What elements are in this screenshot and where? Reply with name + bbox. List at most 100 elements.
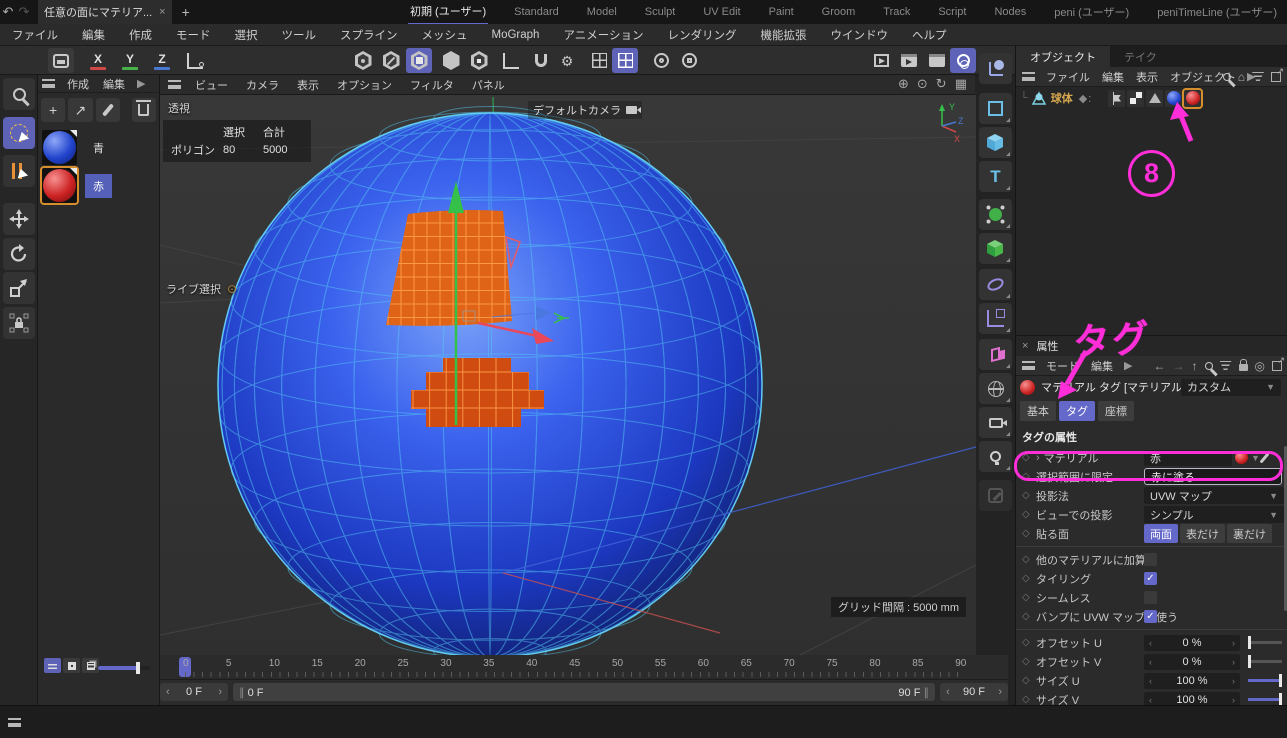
menu-item[interactable]: 編集 <box>70 27 117 43</box>
modeling-axis-button[interactable] <box>979 303 1012 334</box>
value-spinner[interactable]: ‹100 %› <box>1144 673 1240 689</box>
attr-diamond-icon[interactable]: ◇ <box>1022 675 1036 686</box>
annotate-button[interactable] <box>979 480 1012 511</box>
polygons-mode-button[interactable] <box>406 48 432 73</box>
viewport-menu-item[interactable]: 表示 <box>297 77 319 93</box>
live-selection-tool-button[interactable] <box>3 117 35 149</box>
material-swatch-icon[interactable] <box>1235 451 1248 464</box>
layout-tab[interactable]: Script <box>936 2 968 22</box>
add-document-icon[interactable]: + <box>182 4 190 20</box>
material-thumbnail[interactable] <box>42 130 77 165</box>
side-front-button[interactable]: 表だけ <box>1180 524 1225 543</box>
decrement-icon[interactable]: ‹ <box>1149 638 1152 648</box>
preset-dropdown[interactable]: カスタム ▼ <box>1181 379 1281 396</box>
value-spinner[interactable]: ‹0 %› <box>1144 654 1240 670</box>
material-tag-red[interactable] <box>1184 90 1201 107</box>
menu-item[interactable]: 選択 <box>223 27 270 43</box>
rotate-view-icon[interactable]: ↻ <box>936 76 947 92</box>
model-mode-button[interactable] <box>438 48 464 73</box>
filter-icon[interactable] <box>1220 361 1232 370</box>
edges-mode-button[interactable] <box>378 48 404 73</box>
attr-diamond-icon[interactable]: ◇ <box>1022 509 1036 520</box>
attr-diamond-icon[interactable]: ◇ <box>1022 471 1036 482</box>
material-thumbnail[interactable] <box>42 168 77 203</box>
projection-dropdown[interactable]: UVW マップ▼ <box>1144 487 1284 504</box>
hamburger-icon[interactable] <box>1022 361 1035 370</box>
increment-icon[interactable]: › <box>1232 638 1235 648</box>
lock-icon[interactable] <box>1239 364 1248 371</box>
render-picture-viewer-button[interactable] <box>896 48 922 73</box>
layout-tab[interactable]: Paint <box>767 2 796 22</box>
value-slider[interactable] <box>1248 698 1282 701</box>
layout-tab[interactable]: Sculpt <box>643 2 678 22</box>
tab-coordinates[interactable]: 座標 <box>1098 401 1134 421</box>
layer-dots-icon[interactable]: ◆: <box>1079 92 1093 105</box>
tab-tag[interactable]: タグ <box>1059 401 1095 421</box>
hamburger-icon[interactable] <box>1022 72 1035 81</box>
toggle-view-icon[interactable]: ▦ <box>955 76 967 92</box>
pick-material-button[interactable] <box>96 98 120 122</box>
attribute-menu-item[interactable]: モード <box>1046 358 1079 374</box>
search-tool-button[interactable] <box>3 78 35 110</box>
hamburger-icon[interactable] <box>168 80 181 89</box>
radial-symmetry-button[interactable] <box>648 48 674 73</box>
menu-item[interactable]: スプライン <box>328 27 410 43</box>
close-icon[interactable]: × <box>159 6 165 18</box>
polygon-selection-tag-icon[interactable] <box>1146 90 1163 107</box>
preview-range-bar[interactable]: ∥ 0 F 90 F ∥ <box>233 683 935 701</box>
more-menu-icon[interactable]: ▶ <box>137 77 145 90</box>
object-menu-item[interactable]: 表示 <box>1136 69 1158 85</box>
eyedropper-icon[interactable] <box>1259 452 1269 463</box>
rotate-tool-button[interactable] <box>3 238 35 270</box>
viewport[interactable]: 透視 デフォルトカメラ 選択合計 ポリゴン805000 ライブ選択 ⊙ グリッド… <box>160 95 976 655</box>
menu-item[interactable]: ツール <box>270 27 329 43</box>
viewport-menu-item[interactable]: カメラ <box>246 77 279 93</box>
material-item-blue[interactable]: 青 <box>42 130 159 165</box>
tab-objects[interactable]: オブジェクト <box>1016 46 1110 67</box>
attr-diamond-icon[interactable]: ◇ <box>1022 694 1036 705</box>
hamburger-icon[interactable] <box>8 718 21 727</box>
layout-tab[interactable]: Nodes <box>992 2 1028 22</box>
symmetry-button[interactable] <box>979 339 1012 370</box>
axis-lock-y-button[interactable]: Y <box>118 48 142 73</box>
layout-tab[interactable]: Standard <box>512 2 561 22</box>
attr-diamond-icon[interactable]: ◇ <box>1022 656 1036 667</box>
filter-icon[interactable] <box>1252 72 1264 81</box>
delete-material-button[interactable] <box>132 98 156 122</box>
chevron-down-icon[interactable]: ▼ <box>1251 453 1260 463</box>
scale-tool-button[interactable] <box>3 272 35 304</box>
move-tool-button[interactable] <box>3 203 35 235</box>
side-back-button[interactable]: 裏だけ <box>1227 524 1272 543</box>
restrict-selection-input[interactable]: 赤に塗る <box>1144 468 1282 485</box>
pan-view-icon[interactable]: ⊕ <box>898 76 909 92</box>
attr-diamond-icon[interactable]: ◇ <box>1022 490 1036 501</box>
decrement-icon[interactable]: ‹ <box>1149 657 1152 667</box>
render-settings-button[interactable] <box>924 48 950 73</box>
export-icon[interactable] <box>1272 361 1282 371</box>
forward-icon[interactable]: → <box>1173 359 1185 373</box>
more-menu-icon[interactable]: ▶ <box>1124 359 1132 372</box>
timeline-ruler[interactable]: 051015202530354045505560657075808590 <box>160 655 1008 680</box>
menu-item[interactable]: 作成 <box>117 27 164 43</box>
menu-item[interactable]: アニメーション <box>551 27 655 43</box>
end-frame-spinner[interactable]: ‹ 90 F › <box>940 683 1008 701</box>
material-item-red[interactable]: 赤 <box>42 168 159 203</box>
attr-diamond-icon[interactable]: ◇ <box>1022 611 1036 622</box>
workplane-button[interactable] <box>498 48 524 73</box>
attr-diamond-icon[interactable]: ◇ <box>1022 554 1036 565</box>
quantize-button[interactable] <box>612 48 638 73</box>
snap-button[interactable] <box>528 48 554 73</box>
back-icon[interactable]: ← <box>1154 359 1166 373</box>
object-menu-item[interactable]: ファイル <box>1046 69 1090 85</box>
layout-tab[interactable]: Track <box>881 2 912 22</box>
decrement-icon[interactable]: ‹ <box>946 686 950 698</box>
attr-diamond-icon[interactable]: ◇ <box>1022 452 1036 463</box>
viewport-menu-item[interactable]: フィルタ <box>410 77 454 93</box>
menu-item[interactable]: メッシュ <box>410 27 480 43</box>
increment-icon[interactable]: › <box>1232 676 1235 686</box>
side-both-button[interactable]: 両面 <box>1144 524 1178 543</box>
interactive-render-button[interactable] <box>950 48 976 73</box>
decrement-icon[interactable]: ‹ <box>166 686 170 698</box>
checkbox[interactable] <box>1144 591 1157 604</box>
rectangle-selection-tool-button[interactable] <box>3 155 35 187</box>
